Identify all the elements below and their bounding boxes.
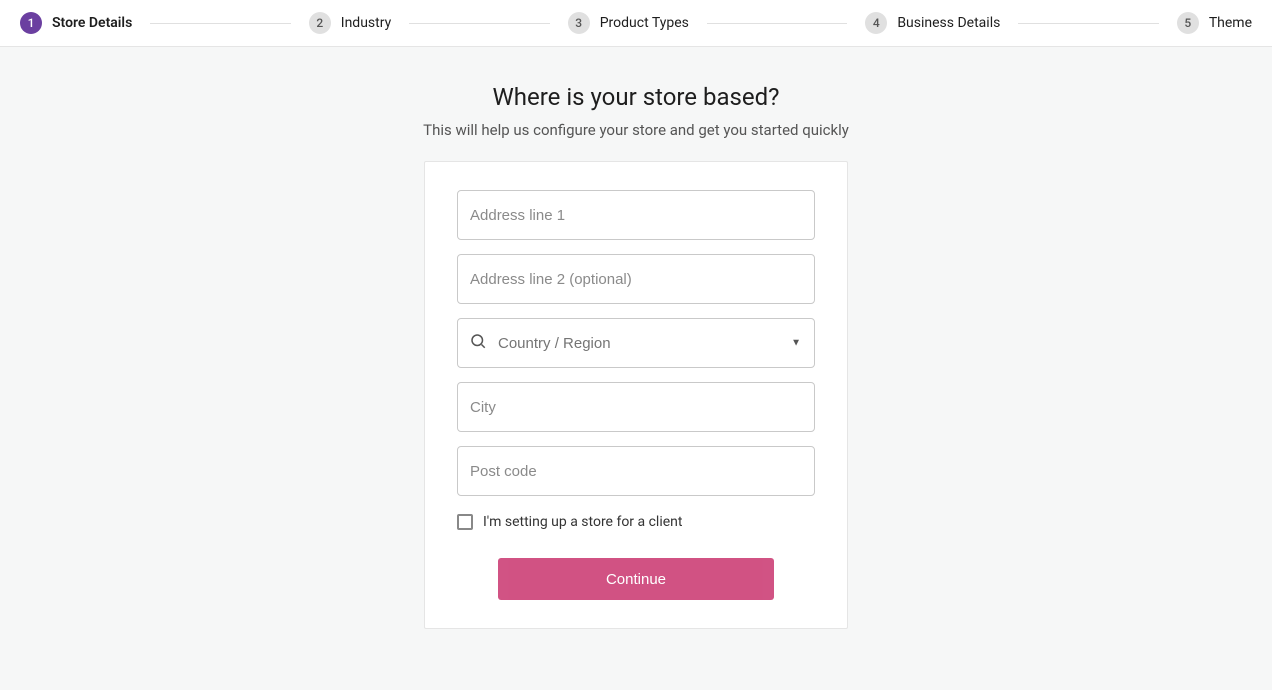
main-content: Where is your store based? This will hel… <box>0 47 1272 629</box>
country-region-select[interactable] <box>457 318 815 368</box>
continue-button[interactable]: Continue <box>498 558 774 600</box>
client-checkbox-row[interactable]: I'm setting up a store for a client <box>457 514 815 530</box>
step-business-details[interactable]: 4 Business Details <box>865 12 1000 34</box>
step-label: Business Details <box>897 15 1000 31</box>
step-label: Industry <box>341 15 391 31</box>
stepper: 1 Store Details 2 Industry 3 Product Typ… <box>0 0 1272 47</box>
step-divider <box>150 23 290 24</box>
step-divider <box>409 23 549 24</box>
step-number: 1 <box>20 12 42 34</box>
page-title: Where is your store based? <box>493 83 780 111</box>
step-number: 4 <box>865 12 887 34</box>
step-industry[interactable]: 2 Industry <box>309 12 391 34</box>
step-label: Theme <box>1209 15 1252 31</box>
step-number: 2 <box>309 12 331 34</box>
postcode-input[interactable] <box>457 446 815 496</box>
step-number: 3 <box>568 12 590 34</box>
step-product-types[interactable]: 3 Product Types <box>568 12 689 34</box>
step-number: 5 <box>1177 12 1199 34</box>
address-line-1-input[interactable] <box>457 190 815 240</box>
step-label: Product Types <box>600 15 689 31</box>
client-checkbox[interactable] <box>457 514 473 530</box>
step-store-details[interactable]: 1 Store Details <box>20 12 132 34</box>
step-divider <box>707 23 847 24</box>
address-line-2-input[interactable] <box>457 254 815 304</box>
step-label: Store Details <box>52 15 132 31</box>
step-theme[interactable]: 5 Theme <box>1177 12 1252 34</box>
page-subtitle: This will help us configure your store a… <box>423 121 849 139</box>
city-input[interactable] <box>457 382 815 432</box>
client-checkbox-label: I'm setting up a store for a client <box>483 514 682 530</box>
form-card: ▼ I'm setting up a store for a client Co… <box>424 161 848 629</box>
step-divider <box>1018 23 1158 24</box>
